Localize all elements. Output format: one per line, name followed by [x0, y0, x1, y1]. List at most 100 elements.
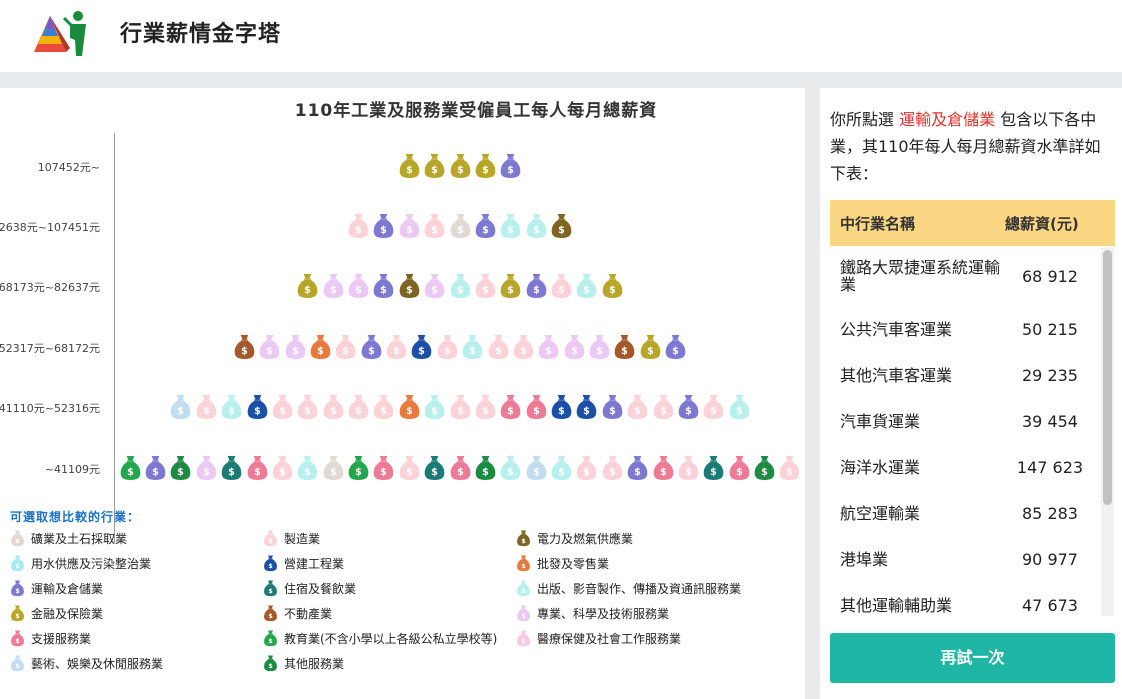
money-bag-mark: $	[462, 334, 483, 359]
svg-text:$: $	[228, 467, 235, 478]
svg-text:$: $	[355, 285, 362, 296]
svg-text:$: $	[330, 467, 337, 478]
svg-text:$: $	[482, 406, 489, 417]
money-bag-mark: $	[399, 273, 420, 298]
legend-item[interactable]: $ 專業、科學及技術服務業	[516, 604, 669, 622]
legend-label: 教育業(不含小學以上各級公私立學校等)	[284, 631, 498, 646]
legend-item[interactable]: $ 不動產業	[263, 604, 332, 622]
money-bag-mark: $	[500, 455, 521, 480]
legend-label: 運輸及倉儲業	[31, 581, 104, 596]
money-bag-mark: $	[627, 455, 648, 480]
money-bag-mark: $	[780, 455, 800, 480]
svg-text:$: $	[254, 467, 261, 478]
money-bag-mark: $	[386, 334, 407, 359]
legend-item[interactable]: $ 用水供應及污染整治業	[10, 554, 151, 572]
legend-item[interactable]: $ 製造業	[263, 529, 320, 547]
legend-item[interactable]: $ 住宿及餐飲業	[263, 579, 356, 597]
money-bag-mark: $	[450, 153, 470, 178]
legend-item[interactable]: $ 金融及保險業	[10, 604, 103, 622]
money-bag-mark: $	[361, 334, 382, 359]
money-bag-mark: $	[171, 455, 191, 480]
table-row: 其他汽車客運業 29 235	[830, 352, 1115, 398]
svg-text:$: $	[279, 467, 286, 478]
legend-item[interactable]: $ 教育業(不含小學以上各級公私立學校等)	[263, 629, 497, 647]
legend-item[interactable]: $ 出版、影音製作、傳播及資通訊服務業	[516, 579, 741, 597]
industry-name-cell: 汽車貨運業	[840, 411, 921, 431]
chart-title: 110年工業及服務業受僱員工每人每月總薪資	[294, 101, 658, 121]
svg-text:$: $	[268, 663, 272, 670]
retry-button[interactable]: 再試一次	[830, 633, 1115, 683]
money-bag-icon: $	[264, 605, 277, 622]
salary-cell: 90 977	[1022, 549, 1078, 569]
salary-table-body[interactable]: 鐵路大眾捷運系統運輸業 68 912 公共汽車客運業 50 215 其他汽車客運業 29 …	[830, 246, 1115, 616]
money-bag-mark: $	[551, 455, 572, 480]
money-bag-icon: $	[11, 530, 24, 547]
svg-text:$: $	[178, 467, 185, 478]
legend-item[interactable]: $ 運輸及倉儲業	[10, 579, 103, 597]
money-bag-mark: $	[729, 394, 749, 419]
table-row: 港埠業 90 977	[830, 536, 1115, 582]
money-bag-mark: $	[297, 455, 318, 480]
money-bag-mark: $	[348, 455, 369, 480]
industry-name-cell: 公共汽車客運業	[840, 319, 953, 339]
money-bag-mark: $	[196, 455, 217, 480]
row-label: 41110元~52316元	[0, 402, 100, 415]
svg-text:$: $	[507, 467, 514, 478]
svg-text:$: $	[609, 285, 616, 296]
svg-text:$: $	[368, 346, 375, 357]
salary-cell: 68 912	[1022, 266, 1078, 286]
legend-item[interactable]: $ 批發及零售業	[516, 554, 609, 572]
legend-item[interactable]: $ 營建工程業	[263, 554, 344, 572]
table-header: 中行業名稱 總薪資(元)	[830, 200, 1115, 246]
svg-text:$: $	[521, 563, 525, 570]
svg-text:$: $	[268, 613, 272, 620]
salary-cell: 85 283	[1022, 503, 1078, 523]
money-bag-mark: $	[526, 273, 546, 298]
industry-name-cell: 其他汽車客運業	[840, 365, 953, 385]
industry-name-cell: 航空運輸業	[840, 503, 921, 523]
svg-text:$: $	[431, 225, 438, 236]
money-bag-mark: $	[335, 334, 356, 359]
svg-text:$: $	[558, 285, 565, 296]
money-bag-mark: $	[564, 334, 585, 359]
col-header-name: 中行業名稱	[840, 214, 916, 233]
money-bag-mark: $	[145, 455, 166, 480]
svg-text:$: $	[482, 225, 489, 236]
svg-text:$: $	[228, 406, 235, 417]
legend-item[interactable]: $ 支援服務業	[10, 629, 91, 647]
svg-text:$: $	[787, 467, 794, 478]
legend-label: 不動產業	[284, 606, 333, 621]
money-bag-mark: $	[653, 394, 673, 419]
svg-text:$: $	[457, 165, 464, 176]
svg-text:$: $	[761, 467, 768, 478]
svg-text:$: $	[431, 467, 438, 478]
money-bag-mark: $	[259, 334, 280, 359]
svg-text:$: $	[330, 285, 337, 296]
legend-label: 專業、科學及技術服務業	[537, 606, 670, 621]
legend-item[interactable]: $ 其他服務業	[263, 654, 344, 672]
money-bag-mark: $	[500, 394, 521, 419]
money-bag-mark: $	[310, 334, 331, 359]
svg-text:$: $	[152, 467, 159, 478]
legend-item[interactable]: $ 電力及燃氣供應業	[516, 529, 633, 547]
money-bag-mark: $	[551, 394, 572, 419]
svg-text:$: $	[545, 346, 552, 357]
money-bag-mark: $	[221, 455, 242, 480]
legend-item[interactable]: $ 礦業及土石採取業	[10, 529, 127, 547]
table-scrollbar[interactable]	[1101, 248, 1114, 616]
svg-text:$: $	[584, 406, 591, 417]
svg-text:$: $	[457, 467, 464, 478]
money-bag-mark: $	[424, 153, 445, 178]
svg-text:$: $	[533, 406, 540, 417]
intro-prefix: 你所點選	[830, 110, 895, 129]
legend-label: 住宿及餐飲業	[284, 581, 357, 596]
pictogram-row: $ $ $ $ $ $ $ $ $ $ $ $ $	[115, 270, 805, 300]
legend-item[interactable]: $ 藝術、娛樂及休閒服務業	[10, 654, 163, 672]
money-bag-mark: $	[513, 334, 534, 359]
legend-label: 批發及零售業	[537, 556, 610, 571]
svg-text:$: $	[584, 467, 591, 478]
scrollbar-thumb[interactable]	[1103, 250, 1112, 505]
legend-item[interactable]: $ 醫療保健及社會工作服務業	[516, 629, 681, 647]
money-bag-icon: $	[517, 530, 530, 547]
svg-text:$: $	[268, 588, 272, 595]
